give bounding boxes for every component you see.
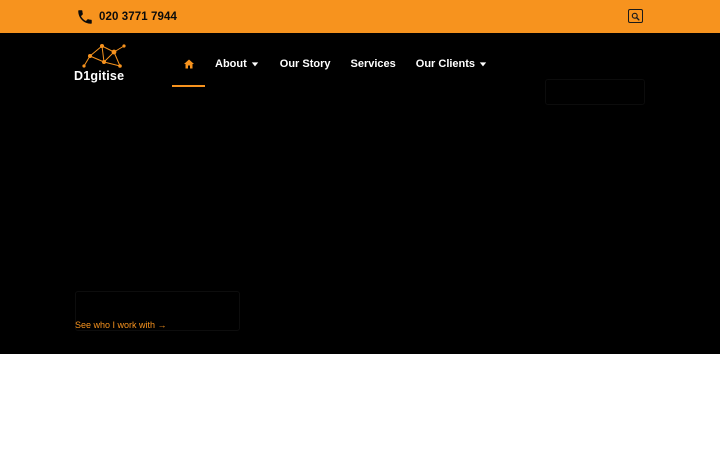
nav-home[interactable] (172, 49, 205, 87)
nav-our-clients[interactable]: Our Clients (416, 49, 487, 87)
nav-services[interactable]: Services (351, 49, 396, 87)
phone-link[interactable]: 020 3771 7944 (76, 7, 177, 26)
top-bar: 020 3771 7944 (0, 0, 720, 33)
header-cta-placeholder (545, 79, 645, 105)
logo-text: D1gitise (74, 69, 125, 83)
search-button[interactable] (628, 9, 643, 23)
main-nav: About Our Story Services Our Clients (172, 49, 487, 87)
chevron-down-icon (479, 60, 487, 68)
site-logo[interactable]: D1gitise (74, 42, 136, 86)
phone-icon (76, 8, 94, 26)
phone-number: 020 3771 7944 (99, 10, 178, 23)
nav-our-story-label: Our Story (279, 57, 331, 70)
nav-about[interactable]: About (215, 49, 259, 87)
nav-about-label: About (215, 57, 247, 70)
home-icon (183, 58, 195, 70)
nav-services-label: Services (350, 57, 396, 70)
nav-our-story[interactable]: Our Story (280, 49, 331, 87)
nav-our-clients-label: Our Clients (415, 57, 476, 70)
chevron-down-icon (251, 60, 259, 68)
search-icon (631, 12, 640, 21)
logo-network-icon (82, 44, 126, 68)
hero-section: D1gitise About Our Story Services Our Cl… (0, 33, 720, 354)
see-who-i-work-with-link[interactable]: See who I work with → (75, 320, 167, 330)
